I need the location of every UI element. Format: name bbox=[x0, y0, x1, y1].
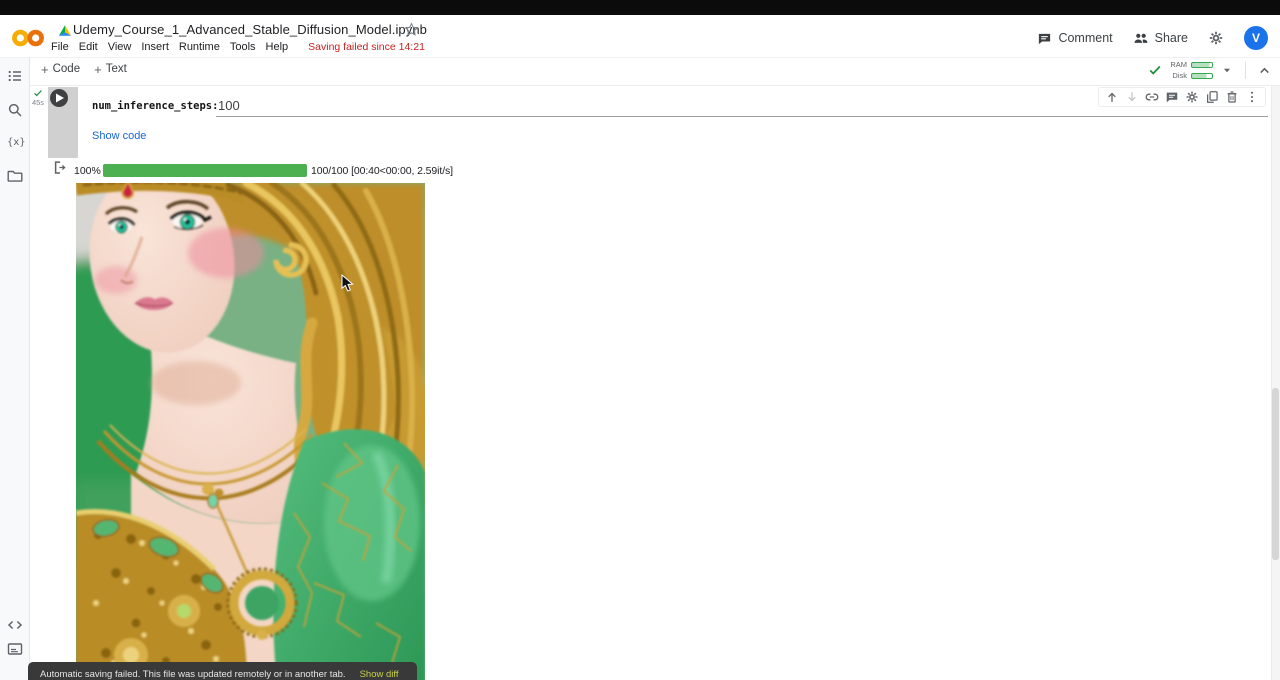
play-icon bbox=[55, 93, 64, 103]
plus-icon: + bbox=[94, 64, 102, 75]
disk-label: Disk bbox=[1169, 71, 1187, 80]
add-text-label: Text bbox=[106, 63, 127, 75]
search-icon[interactable] bbox=[7, 102, 23, 118]
comment-icon bbox=[1037, 31, 1052, 46]
share-label: Share bbox=[1155, 31, 1188, 45]
menu-tools[interactable]: Tools bbox=[230, 41, 256, 53]
add-text-button[interactable]: + Text bbox=[94, 63, 127, 75]
variables-icon[interactable]: {x} bbox=[7, 137, 26, 148]
progress-bar-fill bbox=[103, 164, 307, 177]
plus-icon: + bbox=[41, 64, 49, 75]
output-cell-icon[interactable] bbox=[53, 160, 68, 175]
add-code-button[interactable]: + Code bbox=[41, 63, 80, 75]
notebook-title[interactable]: Udemy_Course_1_Advanced_Stable_Diffusion… bbox=[73, 22, 427, 37]
disk-usage-bar bbox=[1191, 73, 1213, 79]
menu-help[interactable]: Help bbox=[266, 41, 289, 53]
mouse-cursor bbox=[341, 274, 354, 293]
ram-label: RAM bbox=[1169, 60, 1187, 69]
left-sidebar: {x} bbox=[0, 58, 30, 680]
notebook-toolbar: + Code + Text RAM Disk bbox=[30, 58, 1280, 86]
colab-logo-icon bbox=[11, 26, 45, 50]
collapse-toolbar-icon[interactable] bbox=[1257, 63, 1272, 78]
menu-bar: File Edit View Insert Runtime Tools Help… bbox=[51, 41, 425, 53]
menu-insert[interactable]: Insert bbox=[141, 41, 169, 53]
comment-button[interactable]: Comment bbox=[1037, 31, 1112, 46]
cell-executed-check-icon bbox=[32, 88, 44, 98]
comment-label: Comment bbox=[1058, 31, 1112, 45]
caret-down-icon[interactable] bbox=[1220, 63, 1234, 77]
code-snippets-icon[interactable] bbox=[7, 617, 23, 633]
menu-view[interactable]: View bbox=[108, 41, 132, 53]
show-diff-button[interactable]: Show diff bbox=[360, 669, 399, 680]
saving-failed-toast: Automatic saving failed. This file was u… bbox=[28, 662, 417, 680]
saving-status: Saving failed since 14:21 bbox=[308, 41, 425, 53]
scrollbar-thumb[interactable] bbox=[1272, 388, 1279, 560]
divider bbox=[1245, 62, 1246, 79]
add-code-label: Code bbox=[53, 63, 81, 75]
ram-usage-bar bbox=[1191, 62, 1213, 68]
show-code-link[interactable]: Show code bbox=[92, 130, 146, 142]
folder-icon[interactable] bbox=[7, 168, 23, 184]
cell-execution-time: 45s bbox=[29, 98, 47, 107]
form-field-label: num_inference_steps: bbox=[92, 100, 218, 112]
people-icon bbox=[1133, 30, 1149, 46]
user-avatar[interactable]: V bbox=[1244, 26, 1268, 50]
table-of-contents-icon[interactable] bbox=[7, 68, 23, 84]
menu-runtime[interactable]: Runtime bbox=[179, 41, 220, 53]
top-black-strip bbox=[0, 0, 1280, 15]
progress-percent: 100% bbox=[74, 165, 100, 177]
drive-icon bbox=[58, 24, 72, 37]
share-button[interactable]: Share bbox=[1133, 30, 1188, 46]
scrollbar-track bbox=[1271, 86, 1280, 680]
progress-bar bbox=[103, 164, 307, 177]
header-actions: Comment Share V bbox=[1037, 25, 1268, 51]
toast-message: Automatic saving failed. This file was u… bbox=[40, 669, 346, 680]
resource-monitor[interactable]: RAM Disk bbox=[1148, 60, 1272, 80]
run-cell-button[interactable] bbox=[50, 89, 68, 107]
star-icon[interactable] bbox=[404, 22, 419, 37]
connected-check-icon bbox=[1148, 63, 1162, 77]
terminal-icon[interactable] bbox=[7, 641, 23, 657]
menu-edit[interactable]: Edit bbox=[79, 41, 98, 53]
colab-app: Udemy_Course_1_Advanced_Stable_Diffusion… bbox=[0, 0, 1280, 680]
generated-image bbox=[76, 183, 425, 680]
progress-stats: 100/100 [00:40<00:00, 2.59it/s] bbox=[311, 165, 453, 177]
settings-gear-icon[interactable] bbox=[1208, 30, 1224, 46]
menu-file[interactable]: File bbox=[51, 41, 69, 53]
num-inference-steps-input[interactable] bbox=[216, 97, 1268, 117]
header: Udemy_Course_1_Advanced_Stable_Diffusion… bbox=[0, 15, 1280, 58]
